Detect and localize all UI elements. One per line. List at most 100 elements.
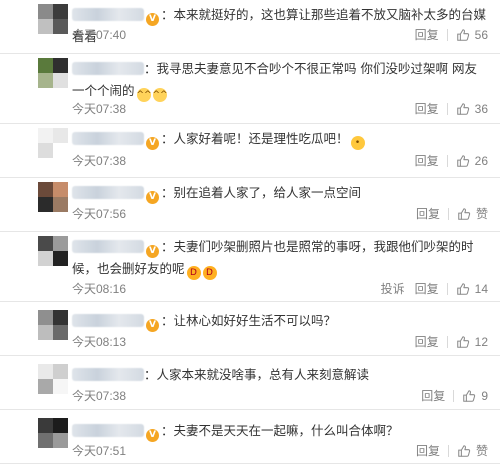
action-divider (446, 282, 448, 295)
like-button[interactable]: 12 (456, 335, 488, 349)
like-button[interactable]: 36 (456, 102, 488, 116)
comment-text: 别在追着人家了，给人家一点空间 (173, 185, 362, 200)
comment-actions: 回复 9 (411, 387, 488, 404)
thumbs-up-icon (456, 335, 469, 348)
avatar[interactable] (38, 182, 68, 212)
avatar-block (38, 364, 53, 379)
comment-item: ：我寻思夫妻意见不合吵个不很正常吗 你们没吵过架啊 网友一个个闹的 ^^^^ 今天0… (0, 54, 500, 124)
comment-list: V ：本来就挺好的，这也算让那些追着不放又脑补太多的台媒看看 今天07:40 回复 56… (0, 0, 500, 464)
action-divider (447, 444, 449, 457)
colon-separator: ： (144, 367, 157, 382)
avatar-block (53, 19, 68, 34)
comment-actions: 回复 赞 (406, 442, 488, 459)
reply-button[interactable]: 回复 (416, 205, 440, 222)
comment-body: ：我寻思夫妻意见不合吵个不很正常吗 你们没吵过架啊 网友一个个闹的 ^^^^ (72, 58, 488, 102)
report-button[interactable]: 投诉 (381, 280, 405, 297)
laugh-cry-emoji: D (202, 266, 217, 280)
comment-timestamp: 今天07:56 (72, 207, 127, 221)
sweat-smile-emoji: ^^ (136, 88, 152, 102)
username-link[interactable] (72, 8, 144, 21)
reply-button[interactable]: 回复 (415, 100, 439, 117)
verified-v-icon: V (146, 191, 159, 204)
avatar-block (38, 310, 53, 325)
comment-timestamp: 今天07:38 (72, 389, 127, 403)
reply-button[interactable]: 回复 (415, 333, 439, 350)
username-link[interactable] (72, 314, 144, 327)
reply-button[interactable]: 回复 (415, 26, 439, 43)
avatar[interactable] (38, 128, 68, 158)
reply-button[interactable]: 回复 (421, 387, 445, 404)
avatar[interactable] (38, 364, 68, 394)
reply-button[interactable]: 回复 (415, 152, 439, 169)
reply-button[interactable]: 回复 (416, 442, 440, 459)
like-button[interactable]: 56 (456, 28, 488, 42)
thumbs-up-icon (458, 444, 471, 457)
comment-body: V ：夫妻不是天天在一起嘛，什么叫合体啊？ (72, 420, 488, 442)
comment-item: V ：夫妻不是天天在一起嘛，什么叫合体啊？ 今天07:51 回复 赞 (0, 410, 500, 464)
like-button[interactable]: 赞 (457, 442, 488, 459)
username-link[interactable] (72, 62, 144, 75)
avatar[interactable] (38, 310, 68, 340)
avatar-block (38, 379, 53, 394)
action-divider (447, 207, 449, 220)
comment-timestamp: 今天07:40 (72, 28, 127, 42)
like-button[interactable]: 赞 (457, 205, 488, 222)
comment-body: ：人家本来就没啥事，总有人来刻意解读 (72, 364, 488, 386)
avatar[interactable] (38, 58, 68, 88)
doge-emoji: • (350, 136, 365, 150)
username-link[interactable] (72, 240, 144, 253)
username-link[interactable] (72, 368, 144, 381)
avatar-block (38, 128, 53, 143)
comment-actions: 投诉 回复 14 (371, 280, 488, 297)
colon-separator: ： (144, 61, 157, 76)
comment-timestamp: 今天07:51 (72, 444, 127, 458)
avatar-block (38, 325, 53, 340)
avatar-block (53, 379, 68, 394)
avatar[interactable] (38, 418, 68, 448)
like-count: 12 (474, 334, 488, 349)
like-button[interactable]: 26 (456, 154, 488, 168)
like-count: 26 (474, 153, 488, 168)
avatar-block (53, 418, 68, 433)
avatar-block (53, 251, 68, 266)
avatar-block (53, 143, 68, 158)
colon-separator: ： (161, 7, 174, 22)
action-divider (446, 102, 448, 115)
avatar[interactable] (38, 4, 68, 34)
like-button[interactable]: 9 (462, 389, 488, 403)
comment-text: 让林心如好好生活不可以吗？ (173, 313, 337, 328)
comment-item: V ：夫妻们吵架删照片也是照常的事呀，我跟他们吵架的时候，也会删好友的呢 D D 今天0… (0, 232, 500, 302)
colon-separator: ： (161, 131, 174, 146)
comment-item: ：人家本来就没啥事，总有人来刻意解读今天07:38 回复 9 (0, 356, 500, 410)
action-divider (446, 28, 448, 41)
avatar[interactable] (38, 236, 68, 266)
thumbs-up-icon (456, 282, 469, 295)
action-divider (446, 335, 448, 348)
comment-actions: 回复 36 (405, 100, 488, 117)
comment-body: V ：人家好着呢！还是理性吃瓜吧！ • (72, 128, 488, 150)
like-button[interactable]: 14 (456, 282, 488, 296)
comment-timestamp: 今天07:38 (72, 154, 127, 168)
like-count: 36 (474, 101, 488, 116)
avatar-block (38, 236, 53, 251)
sweat-smile-emoji: ^^ (152, 88, 168, 102)
comment-text: 夫妻不是天天在一起嘛，什么叫合体啊？ (173, 423, 399, 438)
avatar-block (38, 197, 53, 212)
like-count: 赞 (475, 444, 488, 458)
comment-timestamp: 今天08:13 (72, 335, 127, 349)
like-count: 赞 (475, 207, 488, 221)
username-link[interactable] (72, 424, 144, 437)
reply-button[interactable]: 回复 (415, 280, 439, 297)
username-link[interactable] (72, 132, 144, 145)
action-divider (446, 154, 448, 167)
comment-text: 人家本来就没啥事，总有人来刻意解读 (156, 367, 370, 382)
comment-body: V ：别在追着人家了，给人家一点空间 (72, 182, 488, 204)
comment-actions: 回复 26 (405, 152, 488, 169)
colon-separator: ： (161, 423, 174, 438)
verified-v-icon: V (146, 429, 159, 442)
avatar-block (53, 182, 68, 197)
action-divider (453, 389, 455, 402)
avatar-block (53, 310, 68, 325)
like-count: 14 (474, 281, 488, 296)
username-link[interactable] (72, 186, 144, 199)
